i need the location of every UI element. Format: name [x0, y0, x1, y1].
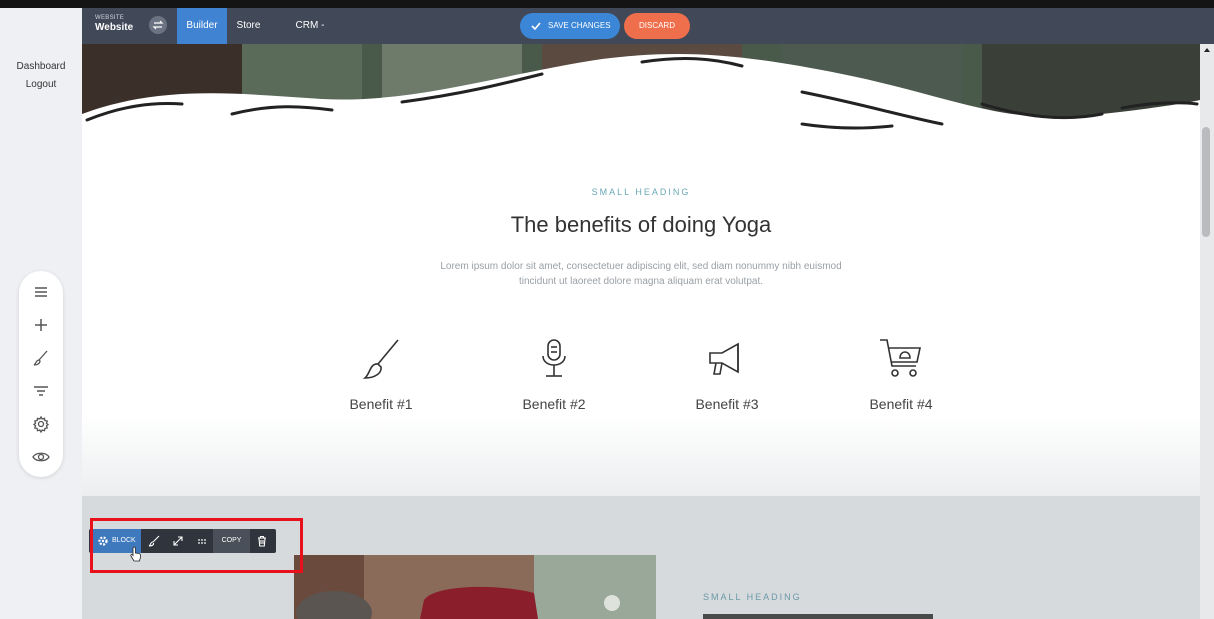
builder-tools-panel — [19, 271, 63, 477]
gear-icon[interactable] — [31, 414, 51, 434]
brand-subtitle: WEBSITE — [95, 15, 125, 21]
benefit-item: Benefit #2 — [494, 336, 614, 412]
hero-image — [82, 44, 1200, 179]
left-sidebar: Dashboard Logout — [0, 8, 82, 619]
vertical-scrollbar[interactable] — [1200, 44, 1214, 619]
benefits-section[interactable]: SMALL HEADING The benefits of doing Yoga… — [82, 44, 1200, 496]
hand-cursor-icon — [130, 546, 142, 562]
benefit-label: Benefit #3 — [695, 396, 759, 412]
eye-icon[interactable] — [31, 447, 51, 467]
section-description: Lorem ipsum dolor sit amet, consectetuer… — [440, 261, 842, 287]
section2-title-fragment — [703, 614, 933, 619]
highlight-box — [90, 518, 303, 573]
benefit-item: Benefit #1 — [321, 336, 441, 412]
tab-builder[interactable]: Builder — [177, 8, 227, 44]
cart-icon — [880, 339, 921, 377]
brush-icon[interactable] — [31, 348, 51, 368]
tab-store[interactable]: Store — [231, 8, 266, 44]
dashboard-link[interactable]: Dashboard — [0, 61, 82, 72]
benefit-label: Benefit #1 — [349, 396, 413, 412]
menu-icon[interactable] — [31, 282, 51, 302]
benefit-label: Benefit #2 — [522, 396, 586, 412]
plus-icon[interactable] — [31, 315, 51, 335]
benefit-item: Benefit #4 — [841, 336, 961, 412]
microphone-icon — [542, 339, 566, 377]
small-heading: SMALL HEADING — [591, 187, 691, 197]
brand-name: Website — [95, 22, 134, 33]
discard-button[interactable]: DISCARD — [624, 13, 690, 39]
switch-site-icon[interactable] — [149, 16, 167, 34]
section-fade — [82, 414, 1200, 496]
brush-icon — [362, 339, 399, 379]
top-strip — [0, 0, 1214, 8]
save-changes-button[interactable]: SAVE CHANGES — [520, 13, 620, 39]
section-title: The benefits of doing Yoga — [510, 212, 772, 237]
save-changes-label: SAVE CHANGES — [548, 21, 611, 30]
builder-topbar: WEBSITE Website Builder Store CRM - Enga… — [82, 8, 1214, 67]
logout-link[interactable]: Logout — [0, 79, 82, 90]
site-brand: WEBSITE Website — [95, 15, 133, 33]
tab-crm-engage[interactable]: CRM - Engage — [278, 8, 342, 67]
scroll-up-icon[interactable] — [1202, 46, 1212, 54]
section-photo — [294, 555, 656, 619]
check-icon — [531, 22, 541, 31]
scrollbar-thumb[interactable] — [1202, 127, 1210, 237]
benefit-label: Benefit #4 — [869, 396, 933, 412]
megaphone-icon — [709, 342, 739, 375]
filter-icon[interactable] — [31, 381, 51, 401]
section2-small-heading: SMALL HEADING — [703, 592, 802, 602]
benefit-item: Benefit #3 — [667, 336, 787, 412]
